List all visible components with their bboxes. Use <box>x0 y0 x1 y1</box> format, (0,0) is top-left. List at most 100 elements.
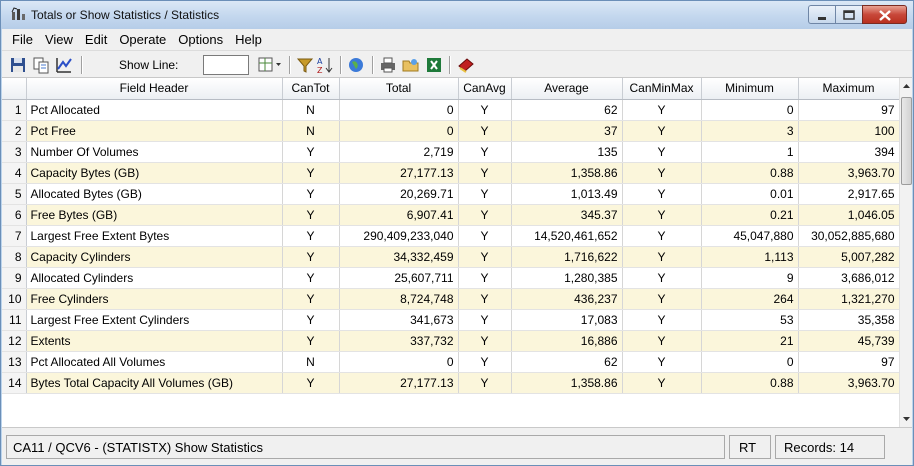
cell-cantot[interactable]: N <box>282 120 340 142</box>
cell-minimum[interactable]: 1,113 <box>701 246 799 268</box>
maximize-button[interactable] <box>835 5 862 24</box>
menu-options[interactable]: Options <box>172 32 229 47</box>
cell-maximum[interactable]: 45,739 <box>798 330 899 352</box>
row-number[interactable]: 12 <box>2 330 27 352</box>
cell-minimum[interactable]: 3 <box>701 120 799 142</box>
excel-icon[interactable] <box>425 56 443 74</box>
globe-icon[interactable] <box>347 56 365 74</box>
cell-canavg[interactable]: Y <box>458 330 512 352</box>
menu-file[interactable]: File <box>6 32 39 47</box>
cell-total[interactable]: 27,177.13 <box>339 162 459 184</box>
cell-canminmax[interactable]: Y <box>622 330 702 352</box>
cell-minimum[interactable]: 0.88 <box>701 162 799 184</box>
column-header-field[interactable]: Field Header <box>26 78 283 100</box>
cell-total[interactable]: 0 <box>339 351 459 373</box>
menu-help[interactable]: Help <box>229 32 268 47</box>
cell-canminmax[interactable]: Y <box>622 309 702 331</box>
cell-total[interactable]: 0 <box>339 120 459 142</box>
table-row[interactable]: 11 Largest Free Extent Cylinders Y 341,673 Y… <box>2 309 899 331</box>
cell-cantot[interactable]: N <box>282 351 340 373</box>
row-number[interactable]: 13 <box>2 351 27 373</box>
cell-maximum[interactable]: 2,917.65 <box>798 183 899 205</box>
cell-cantot[interactable]: Y <box>282 330 340 352</box>
cell-average[interactable]: 62 <box>511 99 623 121</box>
cell-average[interactable]: 37 <box>511 120 623 142</box>
cell-canavg[interactable]: Y <box>458 225 512 247</box>
cell-average[interactable]: 1,358.86 <box>511 162 623 184</box>
cell-canavg[interactable]: Y <box>458 204 512 226</box>
cell-field-header[interactable]: Allocated Bytes (GB) <box>26 183 283 205</box>
cell-canminmax[interactable]: Y <box>622 204 702 226</box>
cell-field-header[interactable]: Capacity Bytes (GB) <box>26 162 283 184</box>
cell-minimum[interactable]: 0.88 <box>701 372 799 394</box>
cell-average[interactable]: 1,358.86 <box>511 372 623 394</box>
table-row[interactable]: 2 Pct Free N 0 Y 37 Y 3 100 <box>2 120 899 142</box>
scroll-down-icon[interactable] <box>900 410 913 427</box>
cell-canavg[interactable]: Y <box>458 162 512 184</box>
column-header-canminmax[interactable]: CanMinMax <box>622 78 702 100</box>
cell-field-header[interactable]: Capacity Cylinders <box>26 246 283 268</box>
cell-average[interactable]: 16,886 <box>511 330 623 352</box>
cell-minimum[interactable]: 21 <box>701 330 799 352</box>
title-bar[interactable]: Totals or Show Statistics / Statistics <box>1 1 913 29</box>
cell-minimum[interactable]: 0.21 <box>701 204 799 226</box>
cell-cantot[interactable]: Y <box>282 372 340 394</box>
cell-average[interactable]: 17,083 <box>511 309 623 331</box>
cell-minimum[interactable]: 53 <box>701 309 799 331</box>
column-header-canavg[interactable]: CanAvg <box>458 78 512 100</box>
cell-field-header[interactable]: Pct Allocated <box>26 99 283 121</box>
cell-cantot[interactable]: Y <box>282 162 340 184</box>
cell-canminmax[interactable]: Y <box>622 267 702 289</box>
cell-cantot[interactable]: Y <box>282 267 340 289</box>
cell-total[interactable]: 2,719 <box>339 141 459 163</box>
cell-minimum[interactable]: 9 <box>701 267 799 289</box>
cell-field-header[interactable]: Allocated Cylinders <box>26 267 283 289</box>
cell-maximum[interactable]: 97 <box>798 99 899 121</box>
sort-az-icon[interactable]: AZ <box>316 56 334 74</box>
cell-canavg[interactable]: Y <box>458 372 512 394</box>
cell-field-header[interactable]: Free Cylinders <box>26 288 283 310</box>
cell-total[interactable]: 20,269.71 <box>339 183 459 205</box>
cell-average[interactable]: 1,280,385 <box>511 267 623 289</box>
cell-canavg[interactable]: Y <box>458 99 512 121</box>
cell-total[interactable]: 34,332,459 <box>339 246 459 268</box>
table-row[interactable]: 13 Pct Allocated All Volumes N 0 Y 62 Y 0 97 <box>2 351 899 373</box>
table-row[interactable]: 14 Bytes Total Capacity All Volumes (GB) Y… <box>2 372 899 394</box>
cell-canminmax[interactable]: Y <box>622 246 702 268</box>
cell-maximum[interactable]: 1,046.05 <box>798 204 899 226</box>
cell-canminmax[interactable]: Y <box>622 162 702 184</box>
cell-canminmax[interactable]: Y <box>622 225 702 247</box>
cell-maximum[interactable]: 1,321,270 <box>798 288 899 310</box>
cell-cantot[interactable]: Y <box>282 183 340 205</box>
column-header-total[interactable]: Total <box>339 78 459 100</box>
copy-icon[interactable] <box>32 56 50 74</box>
cell-maximum[interactable]: 97 <box>798 351 899 373</box>
row-number[interactable]: 1 <box>2 99 27 121</box>
cell-canminmax[interactable]: Y <box>622 372 702 394</box>
table-row[interactable]: 6 Free Bytes (GB) Y 6,907.41 Y 345.37 Y 0.21 1,0… <box>2 204 899 226</box>
cell-minimum[interactable]: 1 <box>701 141 799 163</box>
row-number[interactable]: 10 <box>2 288 27 310</box>
row-number[interactable]: 4 <box>2 162 27 184</box>
row-number[interactable]: 3 <box>2 141 27 163</box>
close-button[interactable] <box>862 5 907 24</box>
cell-canminmax[interactable]: Y <box>622 288 702 310</box>
table-row[interactable]: 8 Capacity Cylinders Y 34,332,459 Y 1,716,622… <box>2 246 899 268</box>
table-row[interactable]: 1 Pct Allocated N 0 Y 62 Y 0 97 <box>2 99 899 121</box>
cell-cantot[interactable]: Y <box>282 225 340 247</box>
folder-icon[interactable] <box>402 56 420 74</box>
column-header-maximum[interactable]: Maximum <box>798 78 899 100</box>
cell-minimum[interactable]: 0 <box>701 351 799 373</box>
row-number[interactable]: 9 <box>2 267 27 289</box>
cell-field-header[interactable]: Bytes Total Capacity All Volumes (GB) <box>26 372 283 394</box>
cell-field-header[interactable]: Extents <box>26 330 283 352</box>
cell-average[interactable]: 1,013.49 <box>511 183 623 205</box>
cell-maximum[interactable]: 30,052,885,680 <box>798 225 899 247</box>
cell-canminmax[interactable]: Y <box>622 99 702 121</box>
column-header-average[interactable]: Average <box>511 78 623 100</box>
row-number[interactable]: 5 <box>2 183 27 205</box>
cell-canavg[interactable]: Y <box>458 309 512 331</box>
cell-canavg[interactable]: Y <box>458 351 512 373</box>
print-icon[interactable] <box>379 56 397 74</box>
cell-cantot[interactable]: Y <box>282 246 340 268</box>
